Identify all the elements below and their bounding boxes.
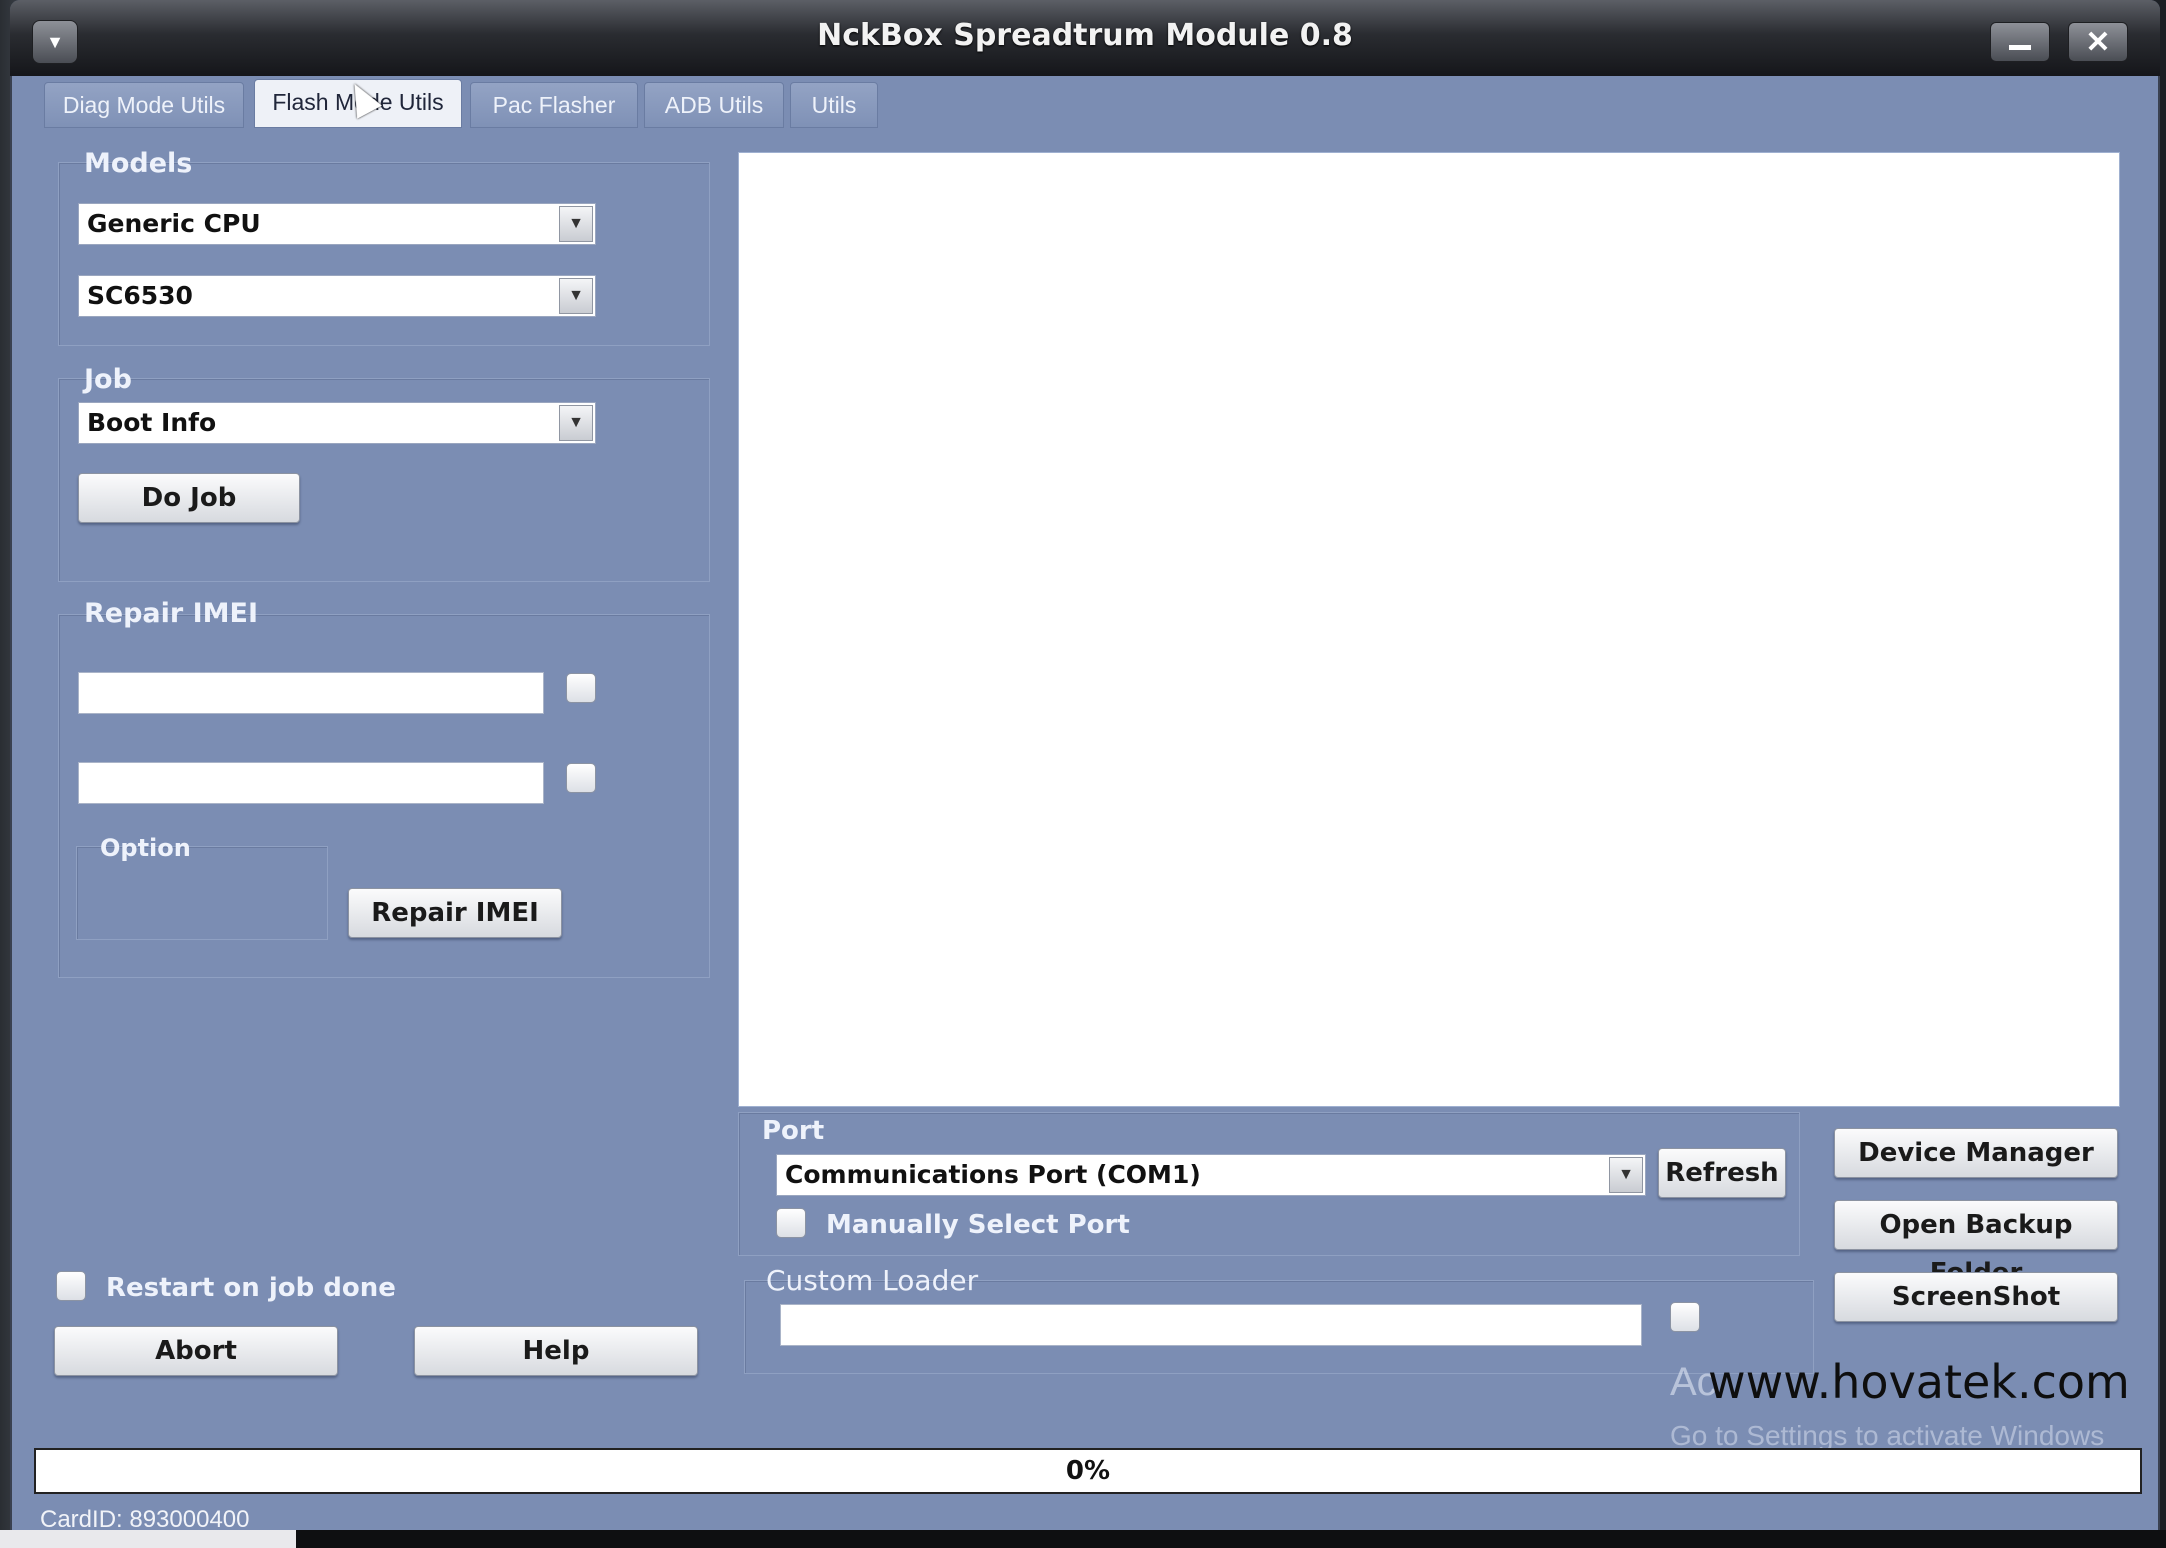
manual-port-checkbox[interactable] [776, 1208, 806, 1238]
brand-select-value: Generic CPU [87, 209, 261, 238]
log-output[interactable] [738, 152, 2120, 1107]
refresh-button[interactable]: Refresh [1658, 1148, 1786, 1198]
custom-loader-input[interactable] [780, 1304, 1642, 1346]
device-manager-button[interactable]: Device Manager [1834, 1128, 2118, 1178]
minimize-icon [2009, 44, 2031, 50]
imei1-input[interactable] [78, 672, 544, 714]
imei1-checkbox[interactable] [566, 673, 596, 703]
option-label: Option [100, 834, 191, 862]
do-job-button[interactable]: Do Job [78, 473, 300, 523]
taskbar-item[interactable] [0, 1530, 296, 1548]
port-label: Port [762, 1116, 825, 1146]
tab-adb-utils[interactable]: ADB Utils [644, 82, 784, 128]
repair-imei-button[interactable]: Repair IMEI [348, 888, 562, 938]
job-label: Job [84, 364, 132, 395]
close-icon: ✕ [2085, 25, 2111, 59]
chevron-down-icon[interactable]: ▼ [1609, 1157, 1643, 1193]
watermark-text: www.hovatek.com [1708, 1355, 2130, 1409]
close-button[interactable]: ✕ [2068, 22, 2128, 62]
title-bar: ▼ NckBox Spreadtrum Module 0.8 ✕ [10, 0, 2160, 76]
window-title: NckBox Spreadtrum Module 0.8 [817, 18, 1353, 53]
restart-label: Restart on job done [106, 1273, 396, 1303]
chevron-down-icon[interactable]: ▼ [559, 405, 593, 441]
model-select[interactable]: SC6530 ▼ [78, 275, 596, 317]
imei2-input[interactable] [78, 762, 544, 804]
tab-diag-mode-utils[interactable]: Diag Mode Utils [44, 82, 244, 128]
imei2-checkbox[interactable] [566, 763, 596, 793]
abort-button[interactable]: Abort [54, 1326, 338, 1376]
job-select-value: Boot Info [87, 408, 217, 437]
screenshot-button[interactable]: ScreenShot [1834, 1272, 2118, 1322]
port-select[interactable]: Communications Port (COM1) ▼ [776, 1154, 1646, 1196]
models-label: Models [84, 148, 193, 179]
taskbar [0, 1530, 2166, 1548]
open-backup-folder-button[interactable]: Open Backup Folder [1834, 1200, 2118, 1288]
job-select[interactable]: Boot Info ▼ [78, 402, 596, 444]
repair-imei-label: Repair IMEI [84, 598, 259, 629]
manual-port-label: Manually Select Port [826, 1210, 1130, 1240]
app-window: ▼ NckBox Spreadtrum Module 0.8 ✕ Diag Mo… [10, 0, 2160, 1548]
tab-pac-flasher[interactable]: Pac Flasher [470, 82, 638, 128]
chevron-down-icon[interactable]: ▼ [559, 278, 593, 314]
chevron-down-icon[interactable]: ▼ [559, 206, 593, 242]
restart-checkbox[interactable] [56, 1271, 86, 1301]
model-select-value: SC6530 [87, 281, 193, 310]
brand-select[interactable]: Generic CPU ▼ [78, 203, 596, 245]
progress-bar: 0% [34, 1448, 2142, 1494]
models-group [58, 162, 710, 346]
custom-loader-label: Custom Loader [766, 1264, 979, 1297]
port-select-value: Communications Port (COM1) [785, 1160, 1201, 1189]
help-button[interactable]: Help [414, 1326, 698, 1376]
tab-utils[interactable]: Utils [790, 82, 878, 128]
custom-loader-browse[interactable] [1670, 1302, 1700, 1332]
minimize-button[interactable] [1990, 22, 2050, 62]
